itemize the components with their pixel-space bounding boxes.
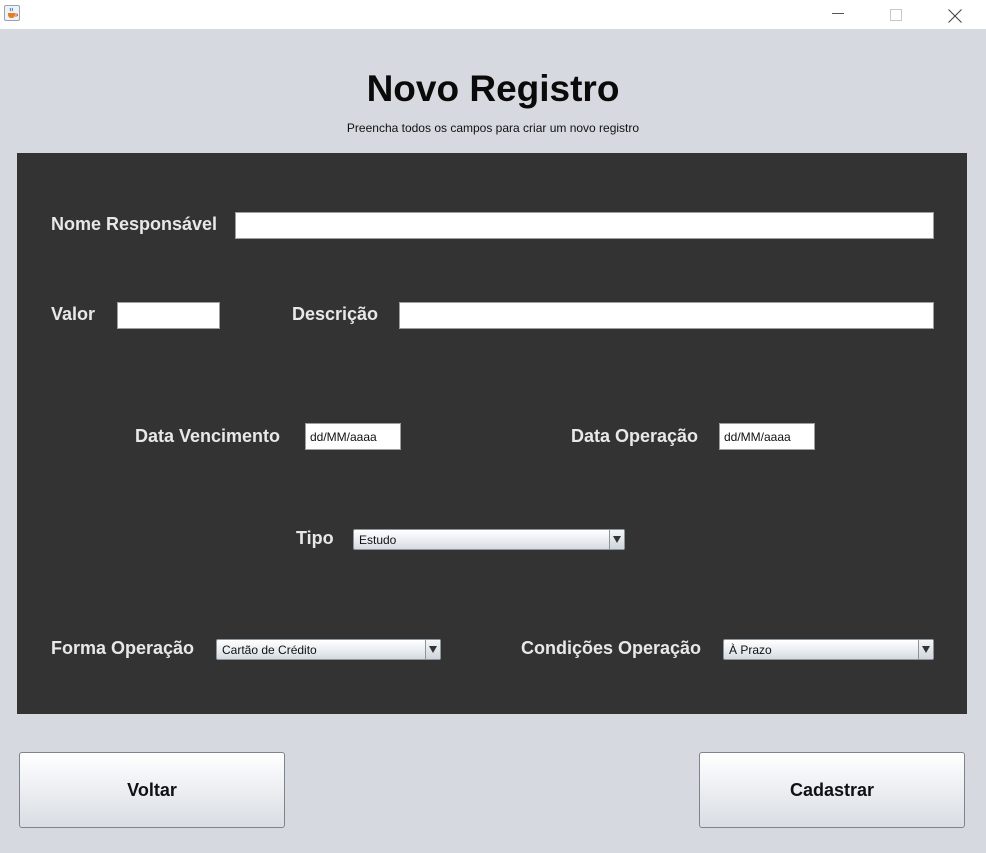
- triangle-down-icon: [922, 646, 930, 653]
- nome-responsavel-label: Nome Responsável: [51, 214, 218, 234]
- close-icon: [948, 9, 962, 23]
- condicoes-operacao-label: Condições Operação: [521, 638, 702, 658]
- valor-label: Valor: [51, 304, 96, 324]
- minimize-icon: [832, 13, 844, 14]
- data-operacao-label: Data Operação: [571, 426, 699, 446]
- data-operacao-input[interactable]: [719, 423, 815, 450]
- tipo-selected-value: Estudo: [359, 533, 397, 547]
- page-title: Novo Registro: [366, 68, 620, 109]
- tipo-select[interactable]: Estudo: [353, 529, 625, 550]
- descricao-input[interactable]: [399, 302, 934, 329]
- triangle-down-icon: [613, 536, 621, 543]
- condicoes-operacao-select[interactable]: À Prazo: [723, 639, 934, 660]
- valor-input[interactable]: [117, 302, 220, 329]
- window-titlebar: [0, 0, 986, 29]
- cadastrar-button[interactable]: Cadastrar: [699, 752, 965, 828]
- page-subtitle: Preencha todos os campos para criar um n…: [346, 121, 640, 135]
- maximize-button[interactable]: [873, 0, 919, 29]
- close-button[interactable]: [931, 0, 977, 29]
- form-panel: Nome Responsável Valor Descrição Data Ve…: [17, 153, 967, 714]
- condicoes-operacao-selected-value: À Prazo: [729, 643, 772, 657]
- forma-operacao-select[interactable]: Cartão de Crédito: [216, 639, 441, 660]
- condicoes-operacao-dropdown-button[interactable]: [918, 640, 933, 659]
- data-vencimento-input[interactable]: [305, 423, 401, 450]
- descricao-label: Descrição: [292, 304, 379, 324]
- tipo-label: Tipo: [296, 528, 334, 548]
- data-vencimento-label: Data Vencimento: [135, 426, 281, 446]
- nome-responsavel-input[interactable]: [235, 212, 934, 239]
- java-cup-icon: [4, 5, 20, 21]
- forma-operacao-label: Forma Operação: [51, 638, 195, 658]
- minimize-button[interactable]: [815, 0, 861, 29]
- triangle-down-icon: [429, 646, 437, 653]
- tipo-dropdown-button[interactable]: [609, 530, 624, 549]
- forma-operacao-selected-value: Cartão de Crédito: [222, 643, 317, 657]
- maximize-icon: [890, 9, 902, 21]
- voltar-button[interactable]: Voltar: [19, 752, 285, 828]
- forma-operacao-dropdown-button[interactable]: [425, 640, 440, 659]
